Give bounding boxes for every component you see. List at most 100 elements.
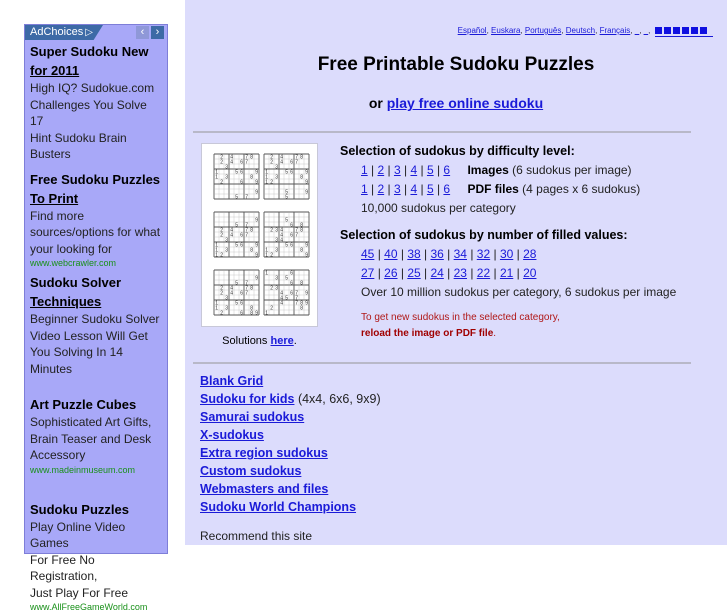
svg-text:5: 5	[235, 195, 238, 201]
ad-item[interactable]: Sudoku Solver Techniques Beginner Sudoku…	[25, 273, 167, 377]
image-level-3[interactable]: 3	[394, 163, 401, 177]
svg-text:9: 9	[255, 276, 258, 282]
svg-text:4: 4	[230, 291, 233, 297]
custom-sudokus-link[interactable]: Custom sudokus	[200, 464, 301, 478]
filled-values-link[interactable]: 24	[430, 266, 443, 280]
extra-region-sudokus-link[interactable]: Extra region sudokus	[200, 446, 328, 460]
ad-url[interactable]: www.webcrawler.com	[30, 257, 162, 269]
filled-values-link[interactable]: 38	[407, 247, 420, 261]
filled-values-link[interactable]: 23	[454, 266, 467, 280]
lang-link-euskara[interactable]: Euskara	[491, 26, 520, 35]
ad-title[interactable]: Super Sudoku New for 2011	[30, 42, 162, 80]
chevron-right-icon: ›	[156, 26, 160, 38]
svg-text:8: 8	[250, 155, 253, 161]
ad-title[interactable]: Sudoku Puzzles	[30, 500, 162, 519]
image-level-5[interactable]: 5	[427, 163, 434, 177]
filled-values-link[interactable]: 22	[477, 266, 490, 280]
more-links-list: Blank Grid Sudoku for kids (4x4, 6x6, 9x…	[200, 372, 381, 516]
svg-text:1: 1	[265, 180, 268, 186]
x-sudokus-link[interactable]: X-sudokus	[200, 428, 264, 442]
lang-link-deutsch[interactable]: Deutsch	[566, 26, 595, 35]
filled-values-link[interactable]: 25	[407, 266, 420, 280]
svg-text:5: 5	[235, 243, 238, 249]
reload-note: To get new sudokus in the selected categ…	[361, 310, 560, 342]
svg-text:2: 2	[220, 180, 223, 186]
svg-text:2: 2	[270, 180, 273, 186]
pdf-level-5[interactable]: 5	[427, 182, 434, 196]
svg-text:9: 9	[255, 243, 258, 249]
ad-text: High IQ? Sudokue.com Challenges You Solv…	[30, 80, 162, 163]
pdf-note: (4 pages x 6 sudokus)	[522, 182, 640, 196]
ad-next-button[interactable]: ›	[151, 26, 164, 39]
svg-text:2: 2	[220, 286, 223, 292]
lang-link-francais[interactable]: Français	[600, 26, 631, 35]
samurai-sudokus-link[interactable]: Samurai sudokus	[200, 410, 304, 424]
filled-values-link[interactable]: 28	[523, 247, 536, 261]
adchoices-label: AdChoices	[30, 26, 83, 38]
filled-values-link[interactable]: 27	[361, 266, 374, 280]
adchoices-button[interactable]: AdChoices▷	[25, 25, 103, 40]
ad-title[interactable]: Art Puzzle Cubes	[30, 395, 162, 414]
ad-item[interactable]: Free Sudoku Puzzles To Print Find more s…	[25, 170, 167, 270]
ad-item[interactable]: Super Sudoku New for 2011 High IQ? Sudok…	[25, 42, 167, 163]
svg-text:8: 8	[250, 175, 253, 181]
svg-text:9: 9	[305, 253, 308, 259]
svg-text:5: 5	[235, 301, 238, 307]
mini-sudoku-grid: 6729153486729153486729	[214, 154, 259, 201]
filled-values-link[interactable]: 20	[523, 266, 536, 280]
sudoku-for-kids-link[interactable]: Sudoku for kids	[200, 392, 294, 406]
lang-link-other-2[interactable]: _	[644, 26, 648, 35]
filled-values-link[interactable]: 40	[384, 247, 397, 261]
filled-values-link[interactable]: 30	[500, 247, 513, 261]
filled-values-link[interactable]: 34	[454, 247, 467, 261]
ad-item[interactable]: Sudoku Puzzles Play Online Video Games F…	[25, 500, 167, 613]
svg-text:8: 8	[300, 175, 303, 181]
svg-text:9: 9	[305, 190, 308, 196]
svg-text:8: 8	[300, 281, 303, 287]
solutions-link[interactable]: here	[271, 335, 294, 347]
image-level-6[interactable]: 6	[443, 163, 450, 177]
play-online-link[interactable]: play free online sudoku	[387, 95, 543, 111]
sudoku-world-champions-link[interactable]: Sudoku World Champions	[200, 500, 356, 514]
mini-sudoku-grid: 2915348672915348672915	[264, 154, 309, 201]
pdf-level-1[interactable]: 1	[361, 182, 368, 196]
ad-text: Sophisticated Art Gifts, Brain Teaser an…	[30, 414, 162, 464]
svg-text:2: 2	[220, 228, 223, 234]
svg-text:3: 3	[275, 248, 278, 254]
list-item: Custom sudokus	[200, 462, 381, 480]
ad-title[interactable]: Free Sudoku Puzzles To Print	[30, 170, 162, 208]
sudoku-preview-image[interactable]: 6729153486729153486729291534867291534867…	[201, 143, 318, 327]
svg-text:8: 8	[300, 301, 303, 307]
svg-text:5: 5	[235, 281, 238, 287]
ad-url[interactable]: www.AllFreeGameWorld.com	[30, 601, 162, 613]
lang-link-portugues[interactable]: Português	[525, 26, 561, 35]
pdf-label: PDF files	[467, 182, 518, 196]
language-flags-icon[interactable]	[655, 26, 713, 37]
ad-prev-button[interactable]: ‹	[136, 26, 149, 39]
ad-url[interactable]: www.madeinmuseum.com	[30, 464, 162, 476]
filled-values-link[interactable]: 36	[430, 247, 443, 261]
lang-link-other-1[interactable]: _	[635, 26, 639, 35]
ad-title[interactable]: Sudoku Solver Techniques	[30, 273, 162, 311]
filled-values-link[interactable]: 26	[384, 266, 397, 280]
pdf-level-3[interactable]: 3	[394, 182, 401, 196]
svg-text:4: 4	[280, 160, 283, 166]
filled-values-link[interactable]: 21	[500, 266, 513, 280]
lang-link-espanol[interactable]: Español	[458, 26, 487, 35]
pdf-level-6[interactable]: 6	[443, 182, 450, 196]
svg-text:1: 1	[215, 306, 218, 312]
svg-text:2: 2	[270, 155, 273, 161]
image-level-1[interactable]: 1	[361, 163, 368, 177]
filled-values-link[interactable]: 32	[477, 247, 490, 261]
main-content: Español, Euskara, Português, Deutsch, Fr…	[185, 0, 727, 545]
svg-text:1: 1	[265, 253, 268, 259]
svg-text:9: 9	[255, 253, 258, 259]
divider	[193, 362, 691, 364]
webmasters-and-files-link[interactable]: Webmasters and files	[200, 482, 328, 496]
recommend-site[interactable]: Recommend this site	[200, 529, 312, 543]
svg-text:3: 3	[225, 248, 228, 254]
filled-values-link[interactable]: 45	[361, 247, 374, 261]
ad-item[interactable]: Art Puzzle Cubes Sophisticated Art Gifts…	[25, 395, 167, 476]
blank-grid-link[interactable]: Blank Grid	[200, 374, 263, 388]
svg-text:9: 9	[255, 218, 258, 224]
